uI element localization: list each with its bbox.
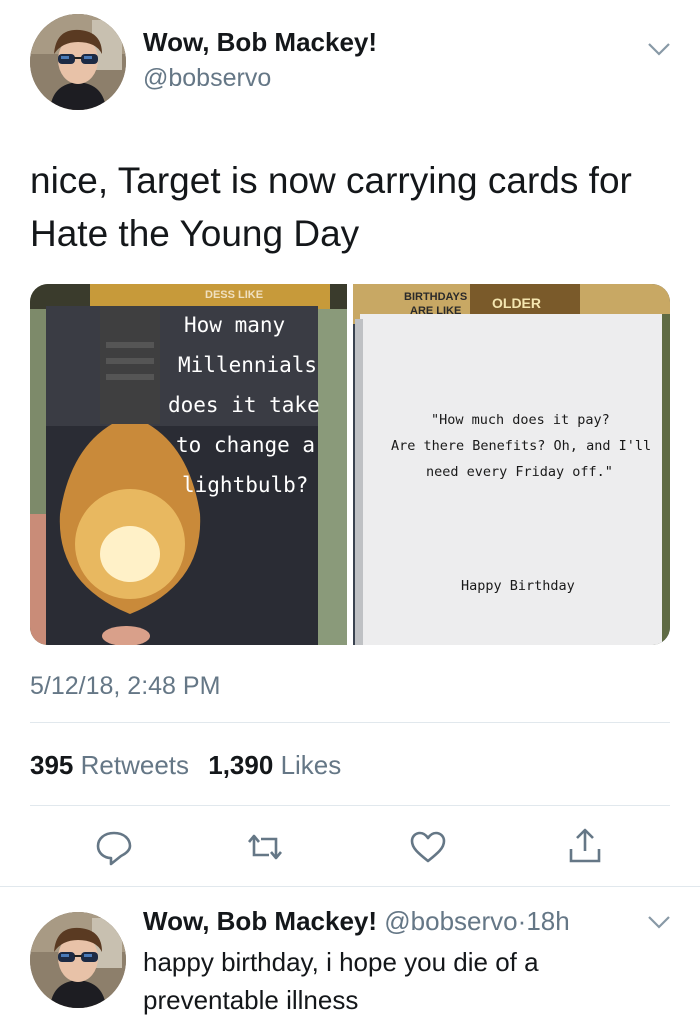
retweet-arrows-icon (248, 834, 282, 860)
card-inside-header-line: BIRTHDAYS (404, 291, 467, 303)
card-front-logo: DESS LIKE (205, 289, 263, 301)
reply-author-name[interactable]: Wow, Bob Mackey! (143, 906, 377, 936)
likes-count: 1,390 (208, 750, 274, 780)
author-handle[interactable]: @bobservo (143, 64, 271, 93)
share-button[interactable] (565, 825, 605, 865)
card-front-photo (30, 284, 347, 645)
reply-separator: · (517, 906, 527, 936)
chevron-down-icon[interactable] (646, 40, 672, 58)
card-front-line: How many (184, 313, 285, 337)
retweets-label: Retweets (80, 750, 190, 780)
reply-time[interactable]: 18h (526, 906, 569, 936)
reply-text-line: preventable illness (143, 985, 359, 1015)
like-button[interactable] (408, 827, 448, 867)
likes-stat[interactable]: 1,390 Likes (208, 750, 341, 780)
card-inside-line: Are there Benefits? Oh, and I'll (391, 438, 651, 454)
reply-author-avatar[interactable] (30, 912, 126, 1008)
card-inside-line: need every Friday off." (426, 464, 613, 480)
tweet-timestamp[interactable]: 5/12/18, 2:48 PM (30, 672, 220, 701)
author-name[interactable]: Wow, Bob Mackey! (143, 27, 377, 58)
section-divider (0, 886, 700, 887)
tweet-text: nice, Target is now carrying cards for H… (30, 154, 670, 260)
tweet-stats: 395 Retweets 1,390 Likes (30, 750, 341, 781)
reply-header: Wow, Bob Mackey! @bobservo·18h (143, 906, 570, 937)
divider (30, 805, 670, 806)
tweet-text-line: Hate the Young Day (30, 213, 360, 254)
likes-label: Likes (280, 750, 342, 780)
card-front-line: does it take (168, 393, 320, 417)
card-front-line: to change a (176, 433, 315, 457)
card-front-line: Millennials (178, 353, 317, 377)
reply-text-line: happy birthday, i hope you die of a (143, 947, 539, 977)
comment-bubble-icon (96, 831, 132, 866)
share-upload-icon (569, 828, 601, 863)
card-inside-signoff: Happy Birthday (461, 578, 575, 594)
heart-icon (410, 831, 446, 863)
card-inside-line: "How much does it pay? (431, 412, 610, 428)
reply-author-handle[interactable]: @bobservo (384, 906, 517, 936)
author-avatar[interactable] (30, 14, 126, 110)
divider (30, 722, 670, 723)
card-inside-header-line: ARE LIKE (410, 305, 461, 317)
card-front-line: lightbulb? (182, 473, 308, 497)
card-inside-header-right: OLDER (492, 295, 541, 311)
reply-button[interactable] (94, 827, 134, 867)
tweet-media[interactable]: How many Millennials does it take to cha… (30, 284, 670, 645)
retweet-button[interactable] (245, 827, 285, 867)
reply-text: happy birthday, i hope you die of a prev… (143, 943, 643, 1019)
chevron-down-icon[interactable] (646, 913, 672, 931)
tweet-text-line: nice, Target is now carrying cards for (30, 160, 632, 201)
retweets-count: 395 (30, 750, 74, 780)
retweets-stat[interactable]: 395 Retweets (30, 750, 189, 780)
